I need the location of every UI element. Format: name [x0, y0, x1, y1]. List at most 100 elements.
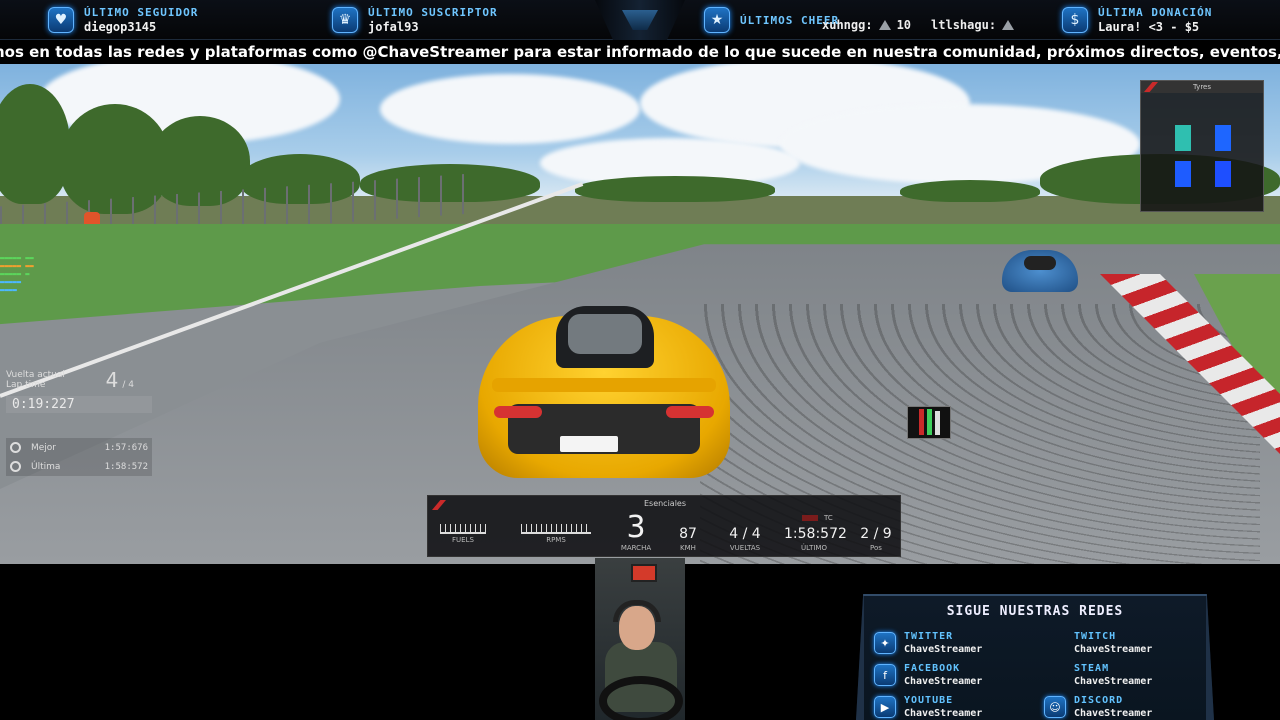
cheer-amount: 10: [896, 18, 912, 32]
position-label: Pos: [870, 544, 882, 552]
license-plate: [560, 436, 618, 452]
throttle-bar: [926, 409, 932, 435]
laps-value: 4 / 4: [729, 526, 761, 542]
perf-line: ▬▬▬▬: [0, 286, 17, 294]
alert-value: jofal93: [368, 20, 419, 34]
social-handle: ChaveStreamer: [1074, 644, 1153, 655]
donation-icon: $: [1062, 7, 1088, 33]
perf-overlay: ▬▬▬▬▬ ▬▬ ▬▬▬▬▬ ▬▬ ▬▬▬▬▬ ▬ ▬▬▬▬▬ ▬▬▬▬: [0, 254, 34, 294]
pedals-indicator: [907, 406, 951, 439]
dashboard-title: Esenciales: [643, 499, 687, 508]
car-spoiler: [492, 378, 716, 392]
tyres-title: Tyres: [1141, 81, 1263, 93]
clutch-bar: [934, 411, 940, 435]
best-lap-row: Mejor 1:57:676: [6, 438, 152, 457]
perf-line: ▬▬▬▬▬ ▬▬: [0, 254, 34, 262]
alert-label: ÚLTIMO SEGUIDOR: [84, 6, 199, 19]
ticker-text: nos en todas las redes y plataformas com…: [0, 43, 1280, 61]
background-screen: [631, 564, 657, 582]
speed-display: 87 KMH: [668, 526, 708, 552]
cheer-user: xuhngg:: [822, 18, 873, 32]
social-handle: ChaveStreamer: [904, 676, 983, 687]
star-icon: ★: [704, 7, 730, 33]
last-lap-label: Última: [31, 461, 61, 472]
current-lap: 4: [105, 368, 119, 392]
best-lap-label: Mejor: [31, 442, 57, 453]
fuel-label: FUELS: [452, 536, 474, 544]
perf-line: ▬▬▬▬▬ ▬: [0, 270, 30, 278]
rpm-bar: [521, 524, 591, 534]
gear-label: MARCHA: [620, 544, 652, 552]
lap-time: 0:19:227: [6, 396, 152, 413]
bits-icon: [878, 20, 891, 30]
social-steam[interactable]: ⚙ STEAMChaveStreamer: [1044, 662, 1152, 688]
gear-value: 3: [626, 510, 646, 545]
heart-icon: ♥: [48, 7, 74, 33]
game-view: Tyres ▬▬▬▬▬ ▬▬ ▬▬▬▬▬ ▬▬ ▬▬▬▬▬ ▬ ▬▬▬▬▬ ▬▬…: [0, 64, 1280, 564]
lap-time-label: Lap time: [6, 380, 46, 390]
alert-value: Laura! <3 - $5: [1098, 20, 1200, 34]
last-lap-dash-value: 1:58:572: [784, 526, 847, 542]
social-name: STEAM: [1074, 663, 1110, 674]
tyre-front-right: [1215, 125, 1231, 151]
social-twitter[interactable]: ✦ TWITTER ChaveStreamer: [874, 630, 982, 656]
last-subscriber-alert: ♛ ÚLTIMO SUSCRIPTOR jofal93: [332, 0, 498, 40]
player-car: [478, 286, 730, 482]
social-youtube[interactable]: ▶ YOUTUBE ChaveStreamer: [874, 694, 982, 720]
alert-value: diegop3145: [84, 20, 157, 34]
twitter-icon: ✦: [874, 632, 896, 654]
last-lap-value: 1:58:572: [104, 461, 148, 472]
cloud: [380, 74, 640, 144]
youtube-icon: ▶: [874, 696, 896, 718]
steering-wheel: [599, 676, 683, 720]
tyre-front-left: [1175, 125, 1191, 151]
perf-line: ▬▬▬▬▬: [0, 278, 22, 286]
alert-label: ÚLTIMO SUSCRIPTOR: [368, 6, 498, 19]
social-discord[interactable]: ☺ DISCORD ChaveStreamer: [1044, 694, 1152, 720]
tyre-rear-right: [1215, 161, 1231, 187]
lap-records: Mejor 1:57:676 Última 1:58:572: [6, 438, 152, 476]
social-facebook[interactable]: f FACEBOOK ChaveStreamer: [874, 662, 982, 688]
trophy-icon: ♛: [332, 7, 358, 33]
tail-light: [666, 406, 714, 418]
best-lap-value: 1:57:676: [104, 442, 148, 453]
speed-value: 87: [679, 526, 697, 542]
tail-light: [494, 406, 542, 418]
lap-panel: Vuelta actual Lap time 4 / 4 0:19:227: [6, 368, 152, 413]
discord-icon: ☺: [1044, 696, 1066, 718]
position-display: 2 / 9 Pos: [856, 526, 896, 552]
alerts-bar: ♥ ÚLTIMO SEGUIDOR diegop3145 ♛ ÚLTIMO SU…: [0, 0, 1280, 40]
social-name: TWITCH: [1074, 631, 1117, 642]
socials-title: SIGUE NUESTRAS REDES: [946, 604, 1124, 619]
social-name: YOUTUBE: [904, 695, 954, 706]
social-name: FACEBOOK: [904, 663, 961, 674]
opponent-car: [1002, 250, 1078, 292]
essentials-dashboard: Esenciales TC FUELS RPMS 3 MARCHA 87 KMH: [427, 495, 901, 557]
stream-overlay: ♥ ÚLTIMO SEGUIDOR diegop3145 ♛ ÚLTIMO SU…: [0, 0, 1280, 720]
rpm-gauge: RPMS: [520, 512, 592, 544]
stopwatch-icon: [10, 442, 21, 453]
last-follower-alert: ♥ ÚLTIMO SEGUIDOR diegop3145: [48, 0, 198, 40]
ticker-bar: nos en todas las redes y plataformas com…: [0, 40, 1280, 64]
bits-icon: [1002, 20, 1015, 30]
perf-line: ▬▬▬▬▬ ▬▬: [0, 262, 34, 270]
cheer-user: ltlshagu:: [931, 18, 997, 32]
facebook-icon: f: [874, 664, 896, 686]
last-lap-display: 1:58:572 ÚLTIMO: [784, 526, 847, 552]
last-lap-dash-label: ÚLTIMO: [801, 544, 827, 552]
last-donation-alert: $ ÚLTIMA DONACIÓN Laura! <3 - $5: [1062, 0, 1212, 40]
social-handle: ChaveStreamer: [1074, 708, 1153, 719]
laps-display: 4 / 4 VUELTAS: [720, 526, 770, 552]
car-rear-window: [556, 306, 654, 368]
lap-label: Vuelta actual: [6, 370, 65, 380]
social-twitch[interactable]: ▣ TWITCHChaveStreamer: [1044, 630, 1152, 656]
rpm-label: RPMS: [546, 536, 566, 544]
social-handle: ChaveStreamer: [904, 708, 983, 719]
center-ornament: [595, 0, 685, 40]
tyres-widget: Tyres: [1140, 80, 1264, 212]
alert-label: ÚLTIMA DONACIÓN: [1098, 6, 1213, 19]
webcam-feed: [595, 558, 685, 720]
abs-indicator: [802, 515, 818, 521]
last-cheers-alert: ★ ÚLTIMOS CHEER: [704, 0, 839, 40]
total-laps: / 4: [122, 380, 134, 390]
